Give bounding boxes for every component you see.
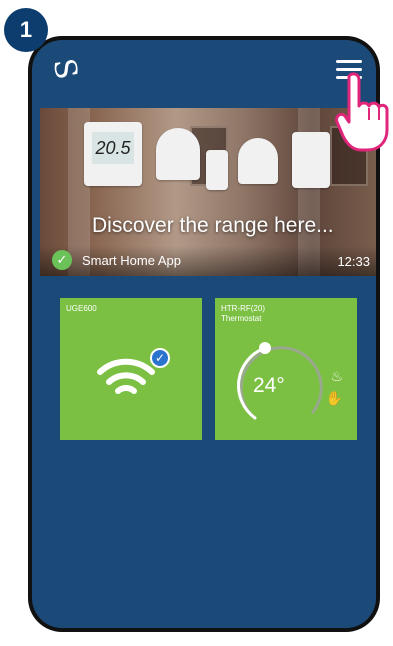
device-tile-thermostat[interactable]: HTR-RF(20) Thermostat 24° ♨ ✋ xyxy=(215,298,357,440)
heat-icon: ♨ xyxy=(330,368,343,384)
app-screen: S 20.5 Discover the range here... ✓ Smar… xyxy=(32,40,376,628)
door-sensor-image xyxy=(206,150,228,190)
menu-line xyxy=(336,60,362,63)
thermostat-device-image: 20.5 xyxy=(84,122,142,186)
step-number-badge: 1 xyxy=(4,8,48,52)
menu-line xyxy=(336,68,362,71)
promo-banner[interactable]: 20.5 Discover the range here... ✓ Smart … xyxy=(40,108,376,276)
banner-title: Discover the range here... xyxy=(92,214,334,237)
check-icon: ✓ xyxy=(52,250,72,270)
motion-sensor-image xyxy=(292,132,330,188)
device-name: HTR-RF(20) xyxy=(221,304,265,313)
wifi-icon xyxy=(97,358,155,394)
sensor-device-image xyxy=(156,128,200,180)
hand-icon: ✋ xyxy=(325,390,343,406)
banner-time: 12:33 xyxy=(337,254,370,269)
device-type: Thermostat xyxy=(221,314,262,323)
thermostat-display: 20.5 xyxy=(92,132,134,164)
tap-pointer-icon xyxy=(335,72,389,152)
dial-knob xyxy=(259,342,271,354)
app-label: Smart Home App xyxy=(82,253,181,268)
temperature-readout: 24° xyxy=(253,374,285,397)
phone-frame: S 20.5 Discover the range here... ✓ Smar… xyxy=(28,36,380,632)
app-logo-icon: S xyxy=(45,55,84,83)
smart-plug-image xyxy=(238,138,278,184)
top-bar: S xyxy=(32,40,376,100)
device-tile-uge600[interactable]: UGE600 ✓ xyxy=(60,298,202,440)
device-name: UGE600 xyxy=(66,304,97,313)
connected-check-icon: ✓ xyxy=(150,348,170,368)
